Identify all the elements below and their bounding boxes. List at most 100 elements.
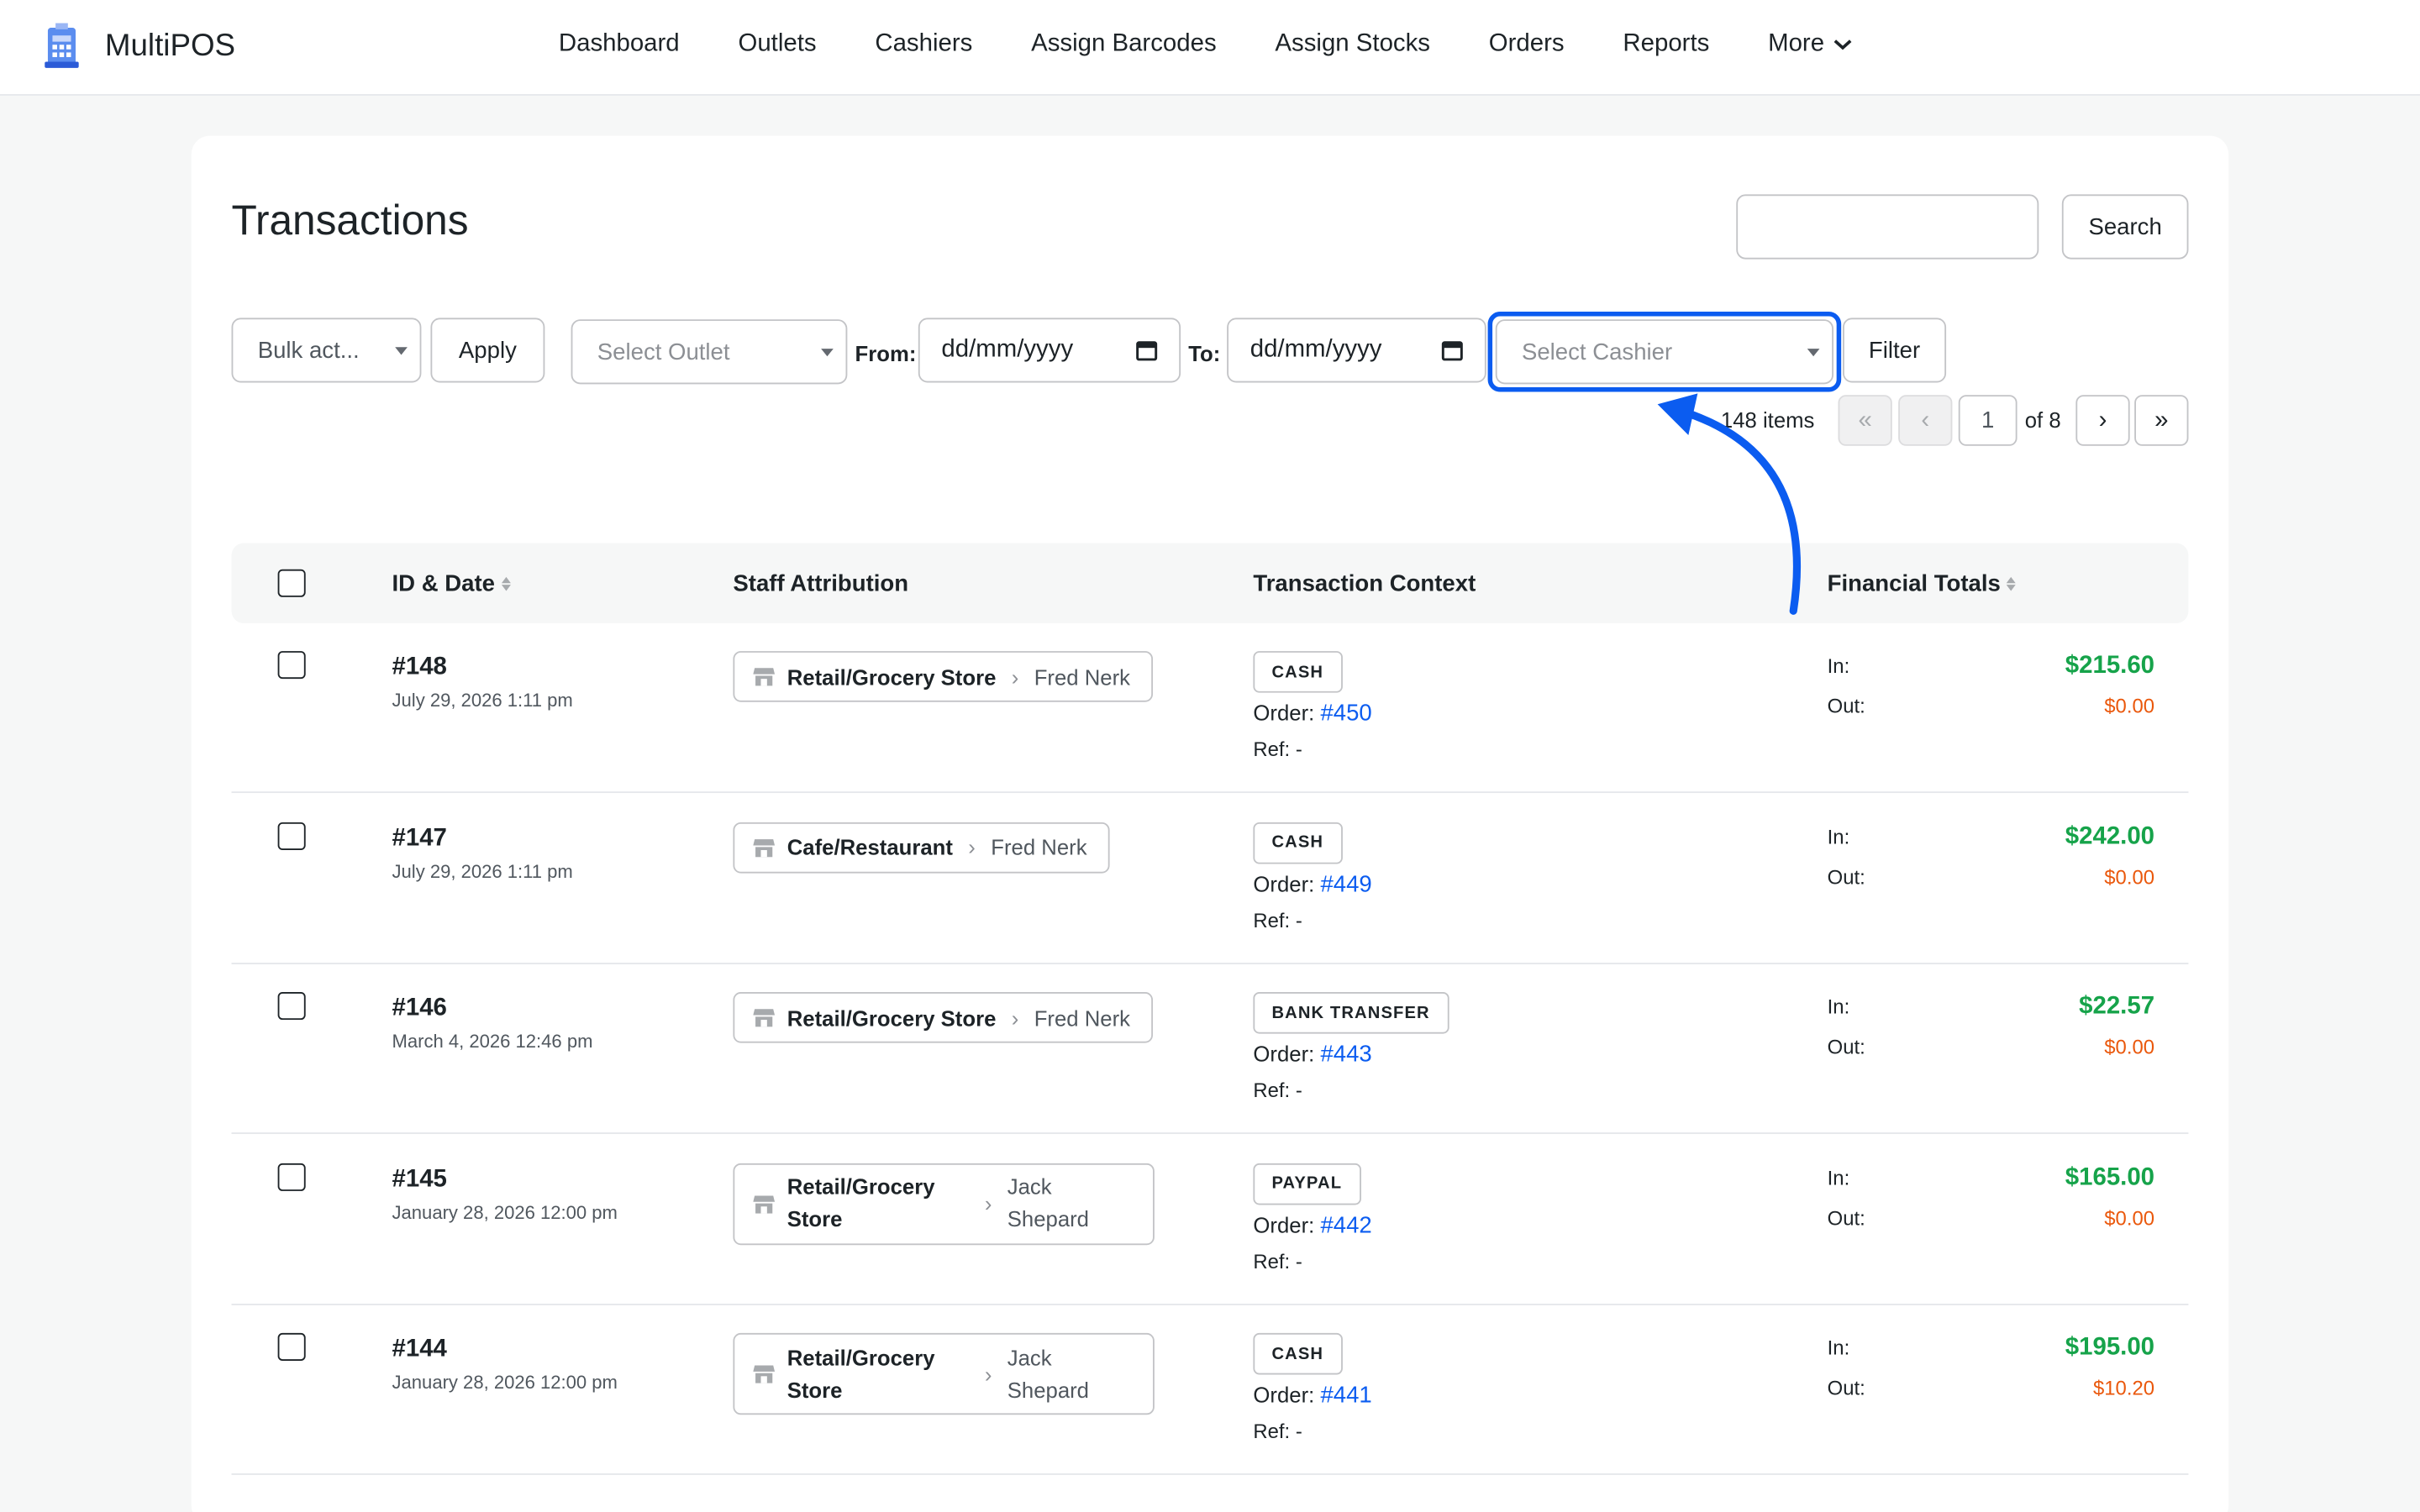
row-checkbox[interactable] bbox=[277, 1162, 306, 1191]
order-label: Order: bbox=[1253, 1382, 1315, 1408]
cashier-select-highlight bbox=[1487, 312, 1842, 392]
nav-orders[interactable]: Orders bbox=[1489, 31, 1565, 59]
in-label: In: bbox=[1827, 1336, 1850, 1360]
page: MultiPOS Dashboard Outlets Cashiers Assi… bbox=[0, 0, 2420, 1512]
chevron-down-icon bbox=[1833, 39, 1852, 50]
sort-icon bbox=[2007, 576, 2017, 591]
ref-line: Ref: - bbox=[1253, 1249, 1302, 1273]
app-logo[interactable]: MultiPOS bbox=[43, 22, 235, 71]
transaction-id[interactable]: #145 bbox=[392, 1166, 447, 1194]
filter-button[interactable]: Filter bbox=[1843, 318, 1947, 383]
in-amount: $215.60 bbox=[2065, 652, 2155, 680]
to-date-value: dd/mm/yyyy bbox=[1249, 336, 1382, 363]
order-label: Order: bbox=[1253, 1041, 1315, 1067]
out-label: Out: bbox=[1827, 1376, 1865, 1399]
calendar-icon[interactable] bbox=[1136, 339, 1158, 361]
bulk-action-select[interactable]: Bulk act... bbox=[231, 318, 422, 383]
prev-page-button[interactable]: ‹ bbox=[1898, 395, 1953, 446]
order-link[interactable]: #450 bbox=[1320, 701, 1371, 727]
select-all-checkbox[interactable] bbox=[277, 569, 306, 597]
out-amount: $0.00 bbox=[2104, 1205, 2155, 1229]
in-label: In: bbox=[1827, 654, 1850, 678]
to-date-input[interactable]: dd/mm/yyyy bbox=[1227, 318, 1486, 383]
nav-more[interactable]: More bbox=[1768, 31, 1852, 59]
table-row: #145 January 28, 2026 12:00 pm Retail/Groc… bbox=[231, 1135, 2189, 1305]
nav-dashboard[interactable]: Dashboard bbox=[559, 31, 680, 59]
in-label: In: bbox=[1827, 1165, 1850, 1189]
table-row: #146 March 4, 2026 12:46 pm Retail/Grocery… bbox=[231, 964, 2189, 1134]
column-staff: Staff Attribution bbox=[733, 570, 909, 597]
first-page-button[interactable]: « bbox=[1838, 395, 1892, 446]
store-icon bbox=[753, 838, 776, 857]
ref-value: - bbox=[1295, 1078, 1302, 1102]
outlet-name: Cafe/Restaurant bbox=[786, 834, 953, 860]
nav-outlets[interactable]: Outlets bbox=[738, 31, 816, 59]
order-label: Order: bbox=[1253, 870, 1315, 896]
apply-button[interactable]: Apply bbox=[430, 318, 545, 383]
ref-label: Ref: bbox=[1253, 737, 1291, 761]
current-page-input[interactable]: 1 bbox=[1958, 395, 2018, 446]
transaction-id[interactable]: #148 bbox=[392, 654, 447, 682]
to-label: To: bbox=[1188, 340, 1221, 366]
cashier-name: Jack Shepard bbox=[1007, 1344, 1089, 1402]
transaction-date: January 28, 2026 12:00 pm bbox=[392, 1200, 618, 1223]
nav-reports[interactable]: Reports bbox=[1623, 31, 1709, 59]
order-link[interactable]: #443 bbox=[1320, 1042, 1371, 1068]
search-button[interactable]: Search bbox=[2061, 194, 2189, 260]
payment-method-badge: CASH bbox=[1253, 651, 1343, 693]
out-amount: $0.00 bbox=[2104, 864, 2155, 889]
table-row: #144 January 28, 2026 12:00 pm Retail/Groc… bbox=[231, 1305, 2189, 1475]
transaction-date: July 29, 2026 1:11 pm bbox=[392, 690, 573, 711]
cashier-name: Jack Shepard bbox=[1007, 1173, 1089, 1231]
nav-assign-barcodes[interactable]: Assign Barcodes bbox=[1031, 31, 1217, 59]
order-link[interactable]: #441 bbox=[1320, 1383, 1371, 1409]
column-financial[interactable]: Financial Totals bbox=[1828, 571, 2017, 597]
order-line: Order: #449 bbox=[1253, 871, 1371, 897]
app-name: MultiPOS bbox=[104, 28, 236, 63]
search-input[interactable] bbox=[1736, 194, 2039, 260]
pos-terminal-icon bbox=[45, 23, 79, 68]
last-page-button[interactable]: » bbox=[2134, 395, 2189, 446]
row-checkbox[interactable] bbox=[277, 822, 306, 850]
in-amount: $165.00 bbox=[2065, 1163, 2155, 1191]
store-icon bbox=[753, 1365, 776, 1383]
ref-line: Ref: - bbox=[1253, 908, 1302, 932]
from-date-input[interactable]: dd/mm/yyyy bbox=[918, 318, 1181, 383]
outlet-placeholder: Select Outlet bbox=[597, 339, 730, 365]
column-id-date-label: ID & Date bbox=[392, 570, 496, 597]
out-label: Out: bbox=[1827, 864, 1865, 889]
ref-value: - bbox=[1295, 907, 1302, 932]
transaction-id[interactable]: #146 bbox=[392, 995, 447, 1023]
transaction-id[interactable]: #144 bbox=[392, 1336, 447, 1364]
ref-value: - bbox=[1295, 1248, 1302, 1273]
row-checkbox[interactable] bbox=[277, 1332, 306, 1361]
row-checkbox[interactable] bbox=[277, 991, 306, 1021]
transaction-date: March 4, 2026 12:46 pm bbox=[392, 1030, 593, 1053]
from-date-value: dd/mm/yyyy bbox=[941, 336, 1074, 363]
store-icon bbox=[753, 668, 776, 686]
staff-attribution: Retail/Grocery Store › Jack Shepard bbox=[733, 1162, 1155, 1245]
order-link[interactable]: #442 bbox=[1320, 1212, 1371, 1238]
next-page-button[interactable]: › bbox=[2075, 395, 2130, 446]
transactions-card: Transactions Search Bulk act... Apply Se… bbox=[191, 135, 2229, 1512]
out-amount: $10.20 bbox=[2092, 1376, 2155, 1399]
payment-method-badge: PAYPAL bbox=[1253, 1162, 1361, 1205]
transaction-id[interactable]: #147 bbox=[392, 825, 447, 853]
outlet-select[interactable]: Select Outlet bbox=[571, 319, 848, 385]
row-checkbox[interactable] bbox=[277, 651, 306, 680]
order-line: Order: #442 bbox=[1253, 1212, 1371, 1238]
in-label: In: bbox=[1827, 824, 1850, 848]
nav-cashiers[interactable]: Cashiers bbox=[875, 31, 972, 59]
column-id-date[interactable]: ID & Date bbox=[392, 571, 511, 597]
cashier-name: Fred Nerk bbox=[991, 834, 1087, 860]
outlet-name: Retail/Grocery Store bbox=[786, 1173, 935, 1231]
calendar-icon[interactable] bbox=[1441, 339, 1463, 361]
chevron-right-icon: › bbox=[1011, 1005, 1019, 1030]
ref-value: - bbox=[1295, 737, 1302, 761]
nav-assign-stocks[interactable]: Assign Stocks bbox=[1275, 31, 1430, 59]
staff-attribution: Retail/Grocery Store › Fred Nerk bbox=[733, 651, 1154, 702]
order-link[interactable]: #449 bbox=[1320, 871, 1371, 897]
ref-label: Ref: bbox=[1253, 907, 1291, 932]
chevron-right-icon: › bbox=[968, 834, 976, 860]
out-label: Out: bbox=[1827, 1035, 1865, 1058]
